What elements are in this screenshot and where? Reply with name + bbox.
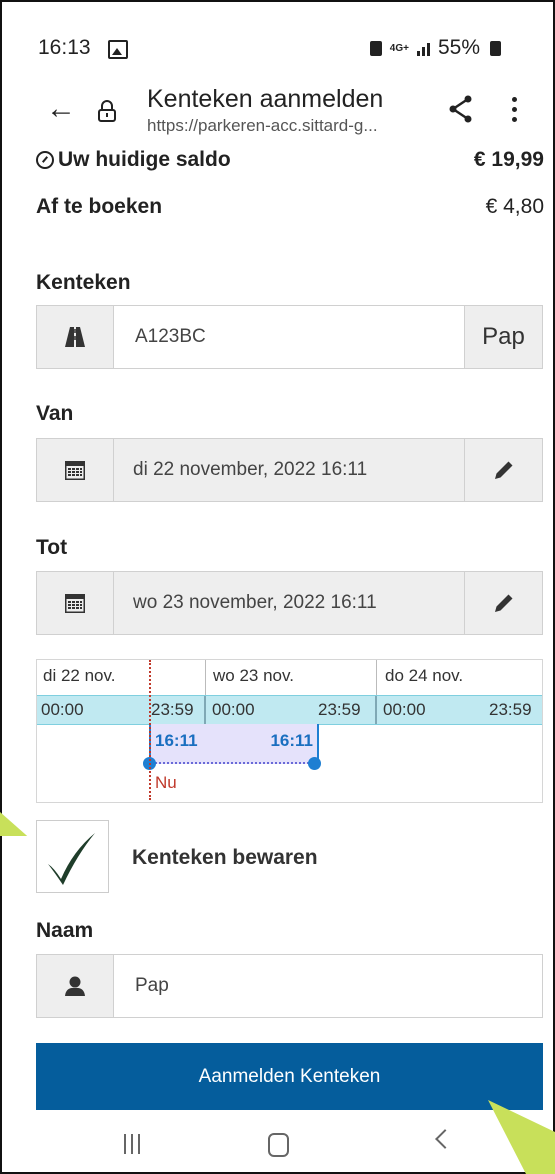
tot-input-group: wo 23 november, 2022 16:11 bbox=[36, 571, 543, 635]
system-back-icon[interactable] bbox=[435, 1129, 455, 1149]
naam-label: Naam bbox=[36, 919, 94, 942]
submit-button[interactable]: Aanmelden Kenteken bbox=[36, 1043, 543, 1110]
status-indicators: 4G+ 55% bbox=[369, 36, 501, 60]
van-edit-button[interactable] bbox=[464, 439, 542, 501]
user-icon bbox=[65, 976, 85, 996]
now-label: Nu bbox=[155, 773, 177, 792]
road-icon bbox=[65, 327, 85, 347]
home-icon[interactable] bbox=[268, 1133, 289, 1157]
calendar-icon bbox=[65, 461, 85, 480]
back-arrow-icon[interactable]: ← bbox=[46, 92, 76, 126]
naam-input[interactable]: Pap bbox=[135, 955, 169, 1017]
calendar-icon bbox=[65, 594, 85, 613]
day2-end: 23:59 bbox=[318, 700, 361, 719]
save-plate-checkbox[interactable] bbox=[36, 820, 109, 893]
kenteken-addon bbox=[37, 306, 114, 368]
time-range-timeline[interactable]: di 22 nov. wo 23 nov. do 24 nov. 00:00 2… bbox=[36, 659, 543, 803]
tot-calendar-addon bbox=[37, 572, 114, 634]
tot-label: Tot bbox=[36, 536, 68, 559]
recent-apps-icon[interactable] bbox=[124, 1134, 140, 1154]
save-plate-label[interactable]: Kenteken bewaren bbox=[132, 846, 318, 870]
booking-row: Af te boeken € 4,80 bbox=[36, 195, 544, 225]
naam-addon bbox=[37, 955, 114, 1017]
dashboard-icon bbox=[36, 151, 54, 169]
annotation-arrow-bottom-right bbox=[488, 1100, 555, 1174]
annotation-arrow-left bbox=[0, 812, 28, 836]
lock-icon[interactable] bbox=[98, 100, 116, 122]
more-options-icon[interactable] bbox=[510, 94, 518, 126]
recycle-icon bbox=[369, 40, 382, 56]
selection-start-time: 16:11 bbox=[155, 731, 198, 750]
timeline-day-2: wo 23 nov. bbox=[213, 666, 294, 685]
status-time: 16:13 bbox=[38, 36, 91, 59]
day1-start: 00:00 bbox=[41, 700, 84, 719]
balance-label: Uw huidige saldo bbox=[58, 148, 231, 171]
kenteken-owner-label: Pap bbox=[482, 323, 525, 350]
kenteken-input-group: A123BC Pap bbox=[36, 305, 543, 369]
timeline-selection[interactable]: 16:11 16:11 bbox=[149, 724, 319, 764]
kenteken-name-addon: Pap bbox=[464, 306, 542, 368]
booking-value: € 4,80 bbox=[485, 195, 544, 218]
tot-datetime-input[interactable]: wo 23 november, 2022 16:11 bbox=[114, 572, 466, 634]
balance-row: Uw huidige saldo € 19,99 bbox=[36, 148, 544, 178]
status-bar: 16:13 4G+ 55% bbox=[2, 2, 553, 72]
day3-end: 23:59 bbox=[489, 700, 532, 719]
day1-end: 23:59 bbox=[151, 700, 194, 719]
day3-start: 00:00 bbox=[383, 700, 426, 719]
selection-end-time: 16:11 bbox=[270, 731, 313, 750]
van-label: Van bbox=[36, 402, 74, 425]
signal-icon bbox=[416, 40, 430, 56]
selection-end-handle[interactable] bbox=[308, 757, 321, 770]
phone-screen: 16:13 4G+ 55% ← Kenteken aanmelden https… bbox=[0, 0, 555, 1174]
balance-value: € 19,99 bbox=[473, 148, 544, 171]
battery-percent: 55% bbox=[437, 36, 480, 59]
kenteken-input[interactable]: A123BC bbox=[135, 306, 206, 368]
battery-icon bbox=[490, 40, 501, 56]
booking-label: Af te boeken bbox=[36, 195, 163, 218]
van-calendar-addon bbox=[37, 439, 114, 501]
timeline-day-3: do 24 nov. bbox=[385, 666, 464, 685]
page-title: Kenteken aanmelden bbox=[147, 85, 384, 113]
pencil-icon bbox=[494, 594, 512, 612]
day2-start: 00:00 bbox=[212, 700, 255, 719]
pencil-icon bbox=[494, 461, 512, 479]
network-type: 4G+ bbox=[389, 42, 409, 54]
checkmark-icon bbox=[48, 833, 95, 885]
now-marker bbox=[149, 660, 151, 800]
tot-edit-button[interactable] bbox=[464, 572, 542, 634]
share-icon[interactable] bbox=[448, 95, 474, 123]
timeline-day-1: di 22 nov. bbox=[43, 666, 116, 685]
van-input-group: di 22 november, 2022 16:11 bbox=[36, 438, 543, 502]
page-url[interactable]: https://parkeren-acc.sittard-g... bbox=[147, 116, 378, 136]
system-nav-bar bbox=[2, 1112, 553, 1172]
timeline-day-divider bbox=[205, 660, 206, 696]
van-datetime-input[interactable]: di 22 november, 2022 16:11 bbox=[114, 439, 466, 501]
gallery-notification-icon bbox=[108, 40, 128, 59]
timeline-day-divider bbox=[376, 660, 377, 696]
timeline-hours-band: 00:00 23:59 00:00 23:59 00:00 23:59 bbox=[37, 695, 542, 725]
naam-input-group: Pap bbox=[36, 954, 543, 1018]
browser-app-bar: ← Kenteken aanmelden https://parkeren-ac… bbox=[2, 80, 553, 144]
kenteken-label: Kenteken bbox=[36, 271, 131, 294]
